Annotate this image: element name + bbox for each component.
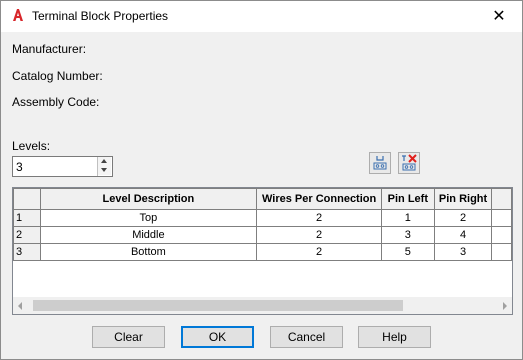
wires-cell[interactable]: 2 (256, 226, 382, 244)
horizontal-scrollbar[interactable] (13, 297, 512, 314)
delete-level-icon (402, 154, 417, 171)
corner-cell (13, 188, 41, 210)
autocad-logo-icon (11, 8, 25, 22)
pin-right-cell[interactable]: 2 (433, 209, 493, 227)
levels-input[interactable]: 3 (16, 160, 23, 174)
level-description-cell[interactable]: Top (39, 209, 258, 227)
header-pin-left[interactable]: Pin Left (380, 188, 435, 210)
arrow-down-icon (101, 168, 107, 172)
assembly-code-label: Assembly Code: (12, 95, 100, 109)
overflow-cell (491, 226, 512, 244)
overflow-cell (491, 243, 512, 261)
levels-table: Level Description Wires Per Connection P… (13, 188, 512, 261)
scroll-right-icon[interactable] (503, 302, 507, 310)
title-bar[interactable]: Terminal Block Properties ✕ (1, 1, 522, 32)
ok-button[interactable]: OK (181, 326, 254, 348)
level-description-cell[interactable]: Middle (39, 226, 258, 244)
levels-grid[interactable]: Level Description Wires Per Connection P… (12, 187, 513, 315)
table-row[interactable]: 3 Bottom 2 5 3 (13, 243, 512, 261)
cancel-button[interactable]: Cancel (270, 326, 343, 348)
dialog-window: Terminal Block Properties ✕ Manufacturer… (0, 0, 523, 360)
row-number[interactable]: 1 (13, 209, 41, 227)
wires-cell[interactable]: 2 (256, 243, 382, 261)
pin-left-cell[interactable]: 1 (380, 209, 435, 227)
close-button[interactable]: ✕ (476, 1, 522, 32)
wires-cell[interactable]: 2 (256, 209, 382, 227)
header-row: Level Description Wires Per Connection P… (13, 188, 512, 210)
header-overflow (491, 188, 512, 210)
spinner-buttons (97, 157, 112, 176)
help-button[interactable]: Help (358, 326, 431, 348)
pin-right-cell[interactable]: 3 (433, 243, 493, 261)
header-level-description[interactable]: Level Description (39, 188, 258, 210)
catalog-number-label: Catalog Number: (12, 69, 103, 83)
scroll-left-icon[interactable] (18, 302, 22, 310)
clear-button[interactable]: Clear (92, 326, 165, 348)
header-wires-per-connection[interactable]: Wires Per Connection (256, 188, 382, 210)
arrow-up-icon (101, 159, 107, 163)
insert-level-icon (373, 156, 387, 170)
manufacturer-label: Manufacturer: (12, 42, 87, 56)
header-pin-right[interactable]: Pin Right (433, 188, 493, 210)
pin-left-cell[interactable]: 3 (380, 226, 435, 244)
overflow-cell (491, 209, 512, 227)
table-row[interactable]: 1 Top 2 1 2 (13, 209, 512, 227)
pin-left-cell[interactable]: 5 (380, 243, 435, 261)
level-description-cell[interactable]: Bottom (39, 243, 258, 261)
levels-spinner[interactable]: 3 (12, 156, 113, 177)
spin-down-button[interactable] (98, 166, 111, 175)
window-title: Terminal Block Properties (32, 9, 169, 23)
close-icon: ✕ (492, 8, 506, 25)
levels-label: Levels: (12, 139, 51, 153)
pin-right-cell[interactable]: 4 (433, 226, 493, 244)
row-number[interactable]: 2 (13, 226, 41, 244)
insert-level-button[interactable] (369, 152, 391, 174)
delete-level-button[interactable] (398, 152, 420, 174)
scroll-thumb[interactable] (33, 300, 403, 311)
table-row[interactable]: 2 Middle 2 3 4 (13, 226, 512, 244)
row-number[interactable]: 3 (13, 243, 41, 261)
